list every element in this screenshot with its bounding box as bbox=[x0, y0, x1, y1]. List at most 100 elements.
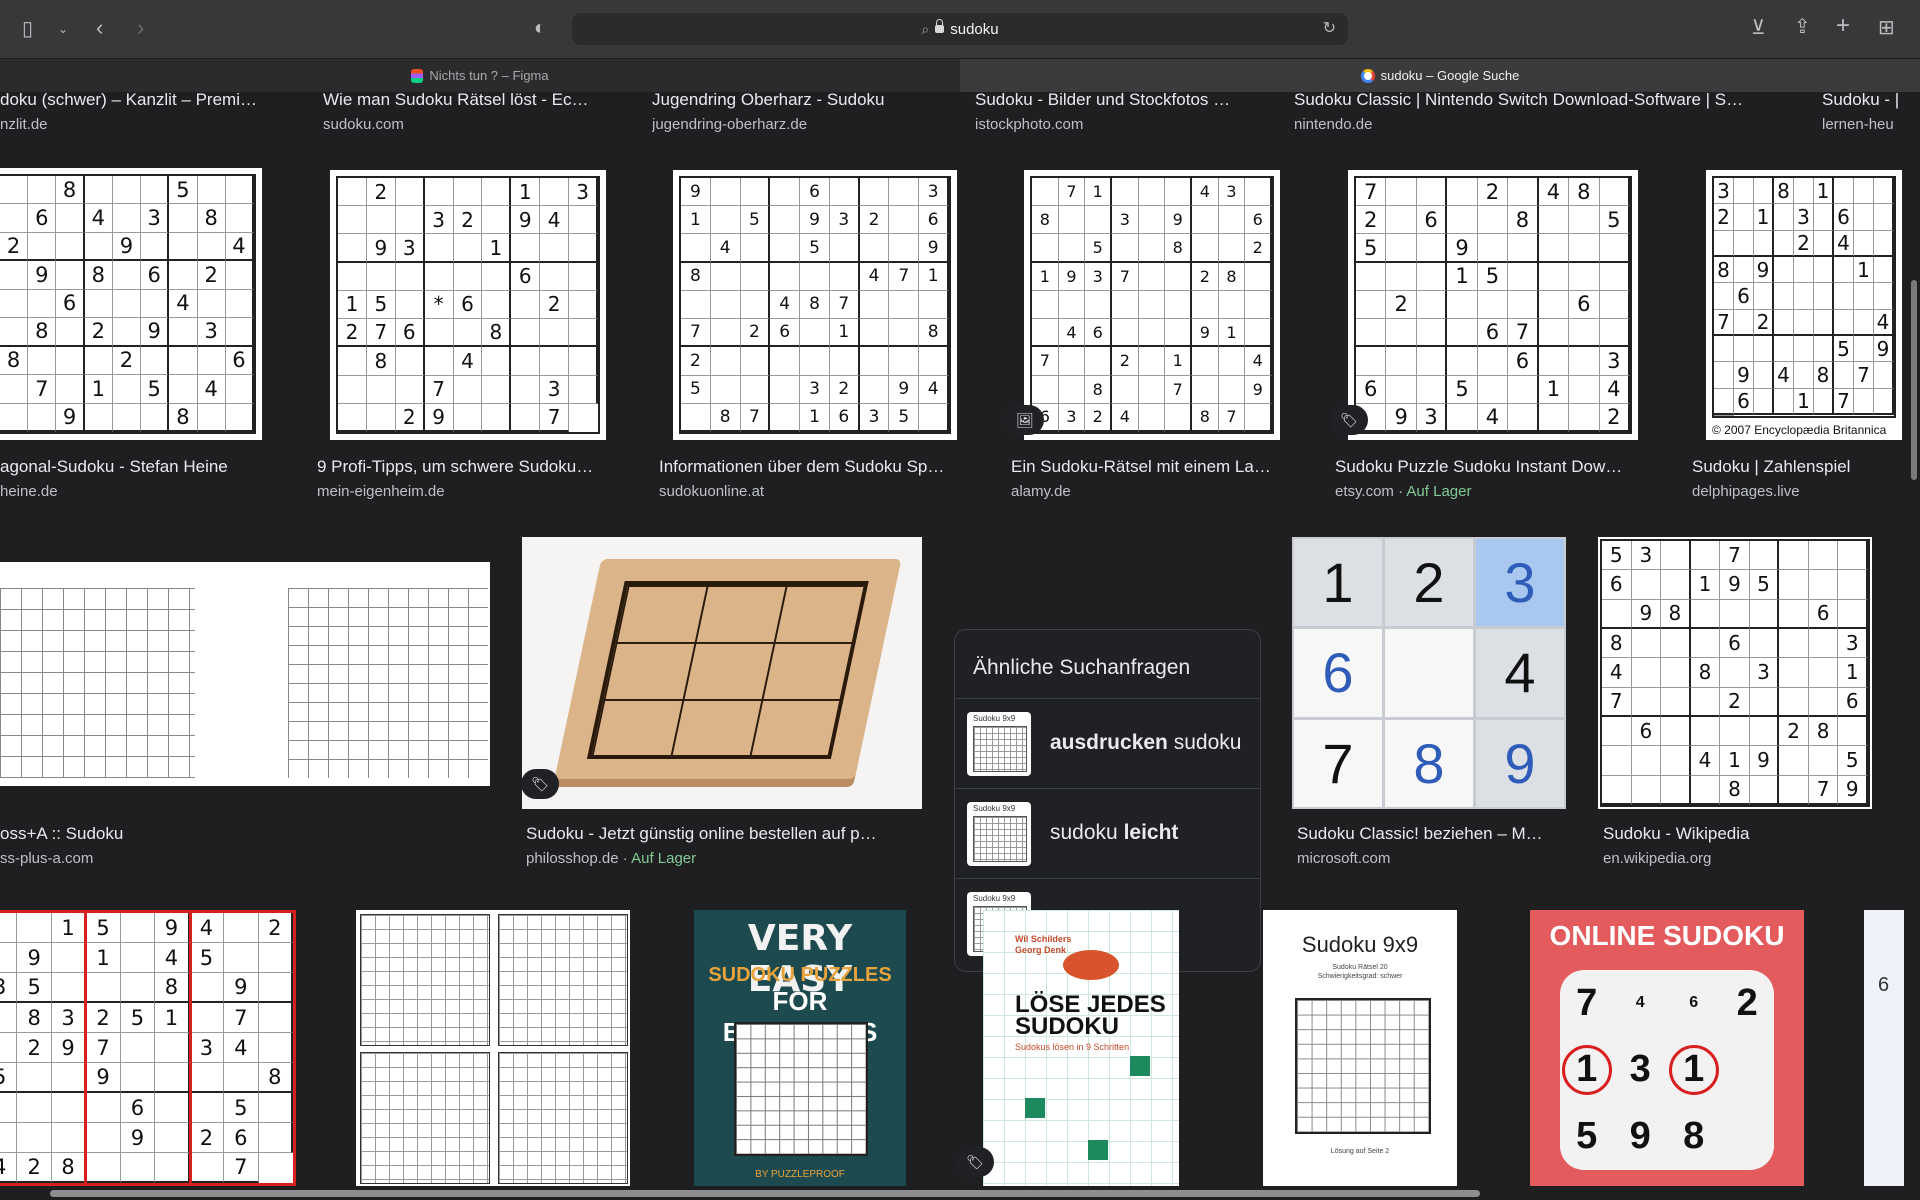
sudoku-cell bbox=[1602, 746, 1632, 776]
sudoku-cell: 6 bbox=[1477, 319, 1509, 348]
red-divider bbox=[84, 910, 87, 1186]
download-icon[interactable]: ⊻ bbox=[1751, 18, 1766, 38]
sudoku-cell bbox=[569, 375, 598, 404]
tab-google-search[interactable]: sudoku – Google Suche bbox=[960, 59, 1920, 93]
sudoku-cell bbox=[540, 234, 570, 263]
result-source: mein-eigenheim.de bbox=[317, 483, 445, 500]
book-grid bbox=[1295, 998, 1431, 1134]
related-search-item[interactable]: Sudoku 9x9 ausdrucken sudoku bbox=[955, 698, 1260, 789]
sudoku-thumbnail[interactable]: 537619598686348317266284195879 bbox=[1598, 537, 1872, 809]
new-tab-icon[interactable]: + bbox=[1836, 14, 1850, 38]
sudoku-cell bbox=[1854, 178, 1874, 205]
sudoku-cell bbox=[1814, 283, 1834, 310]
result-title[interactable]: doku (schwer) – Kanzlit – Premi… bbox=[0, 92, 290, 110]
sudoku-cell: 1 bbox=[1854, 257, 1874, 284]
sudoku-cell bbox=[395, 262, 425, 291]
board-grid bbox=[586, 581, 869, 759]
horizontal-scrollbar[interactable] bbox=[50, 1190, 1480, 1197]
sudoku-cell bbox=[1808, 570, 1839, 600]
result-title[interactable]: oss+A :: Sudoku bbox=[0, 824, 300, 844]
result-title[interactable]: Informationen über dem Sudoku Sp… bbox=[659, 457, 969, 477]
sudoku-9x9-thumbnail[interactable]: Sudoku 9x9 Sudoku Rätsel 20 Schwierigkei… bbox=[1263, 910, 1457, 1186]
sudoku-thumbnail[interactable]: 963159326459847148772618253294871635 bbox=[673, 170, 957, 440]
sudoku-cell: 4 bbox=[1774, 362, 1794, 389]
killer-sudoku-thumbnail[interactable] bbox=[0, 562, 490, 786]
sudoku-cell bbox=[710, 290, 741, 320]
result-title[interactable]: Sudoku - | bbox=[1822, 92, 1912, 110]
partial-thumbnail[interactable]: 6 bbox=[1864, 910, 1904, 1186]
sudoku-cell: 2 bbox=[86, 1003, 121, 1033]
book-footer: BY PUZZLEPROOF bbox=[755, 1169, 845, 1180]
back-icon[interactable]: ‹ bbox=[96, 17, 103, 39]
online-sudoku-thumbnail[interactable]: ONLINE SUDOKU 7462131598 bbox=[1530, 910, 1804, 1186]
sudoku-cell: 8 bbox=[1218, 262, 1246, 291]
sudoku-cell: 4 bbox=[859, 262, 890, 291]
sudoku-classic-thumbnail[interactable]: 123 6 4 789 bbox=[1292, 537, 1566, 809]
result-title[interactable]: Ein Sudoku-Rätsel mit einem La… bbox=[1011, 457, 1301, 477]
result-title[interactable]: Sudoku Classic! beziehen – M… bbox=[1297, 824, 1569, 844]
wooden-sudoku-thumbnail[interactable] bbox=[522, 537, 922, 809]
sudoku-grid: 7143839658219372846917214879632487 bbox=[1030, 176, 1274, 434]
result-title[interactable]: Sudoku - Bilder und Stockfotos … bbox=[975, 92, 1250, 110]
sudoku-thumbnail[interactable]: 8564382949862648293826715498 bbox=[0, 168, 262, 440]
loese-jedes-sudoku-book-thumbnail[interactable]: Wil Schilders Georg Denk LÖSE JEDES SUDO… bbox=[983, 910, 1179, 1186]
reload-icon[interactable]: ↻ bbox=[1323, 13, 1336, 45]
address-bar[interactable]: ⌕ sudoku ↻ bbox=[572, 13, 1348, 45]
result-title[interactable]: Wie man Sudoku Rätsel löst - Ec… bbox=[323, 92, 613, 110]
sudoku-cell: 5 bbox=[1447, 375, 1478, 404]
sudoku-thumbnail[interactable]: 159429145358983251729734598659264287 bbox=[0, 910, 296, 1186]
share-icon[interactable]: ⇪ bbox=[1794, 17, 1811, 37]
sudoku-cell bbox=[1690, 629, 1721, 659]
result-title[interactable]: Sudoku Classic | Nintendo Switch Downloa… bbox=[1294, 92, 1784, 110]
sudoku-cell bbox=[0, 318, 29, 347]
sudoku-cell: 2 bbox=[0, 232, 29, 262]
sudoku-cell bbox=[1538, 319, 1570, 348]
result-title[interactable]: Sudoku - Jetzt günstig online bestellen … bbox=[526, 824, 926, 844]
sudoku-cell bbox=[1032, 234, 1059, 263]
sudoku-cell bbox=[1854, 283, 1874, 310]
result-title[interactable]: Sudoku - Wikipedia bbox=[1603, 824, 1873, 844]
sudoku-cell bbox=[395, 206, 425, 235]
sudoku-cell: 5 bbox=[189, 943, 225, 973]
sudoku-cell bbox=[28, 346, 57, 376]
online-cell: 8 bbox=[1683, 1115, 1705, 1158]
sudoku-cell: 4 bbox=[84, 204, 113, 233]
privacy-shield-icon[interactable]: ◐ bbox=[534, 18, 546, 38]
chevron-down-icon[interactable]: ⌄ bbox=[58, 19, 68, 39]
sudoku-cell bbox=[1720, 717, 1750, 747]
sudoku-cell bbox=[28, 232, 57, 262]
tab-figma[interactable]: Nichts tun ? – Figma bbox=[0, 59, 960, 93]
result-title[interactable]: Sudoku | Zahlenspiel bbox=[1692, 457, 1912, 477]
forward-icon[interactable]: › bbox=[137, 17, 144, 39]
sudoku-cell bbox=[112, 318, 142, 347]
sudoku-cell: 1 bbox=[1720, 746, 1750, 776]
sudoku-cell bbox=[681, 234, 711, 263]
vertical-scrollbar[interactable] bbox=[1911, 280, 1917, 480]
sudoku-thumbnail[interactable]: 72482685591526676365149342 bbox=[1348, 170, 1638, 440]
sidebar-toggle-icon[interactable]: ▯ bbox=[22, 19, 33, 39]
result-title[interactable]: Jugendring Oberharz - Sudoku bbox=[652, 92, 952, 110]
sudoku-cell: 9 bbox=[889, 375, 920, 404]
sudoku-cell bbox=[1774, 336, 1794, 363]
sudoku-cell bbox=[1416, 347, 1448, 376]
result-title[interactable]: 9 Profi-Tipps, um schwere Sudoku… bbox=[317, 457, 617, 477]
sudoku-cell bbox=[197, 289, 226, 319]
sudoku-thumbnail[interactable]: 3812136248916724599487617 © 2007 Encyclo… bbox=[1706, 170, 1902, 440]
sudoku-thumbnail[interactable]: 7143839658219372846917214879632487 bbox=[1024, 170, 1280, 440]
tab-overview-icon[interactable]: ⊞ bbox=[1878, 18, 1895, 38]
very-easy-book-thumbnail[interactable]: VERY EASY SUDOKU PUZZLES FOR BEGINNERS B… bbox=[694, 910, 906, 1186]
sudoku-cell: 1 bbox=[482, 234, 512, 263]
sudoku-cell bbox=[1602, 599, 1632, 629]
sudoku-cell: 5 bbox=[86, 913, 121, 943]
sudoku-cell bbox=[1690, 717, 1721, 747]
sudoku-cell: 9 bbox=[1447, 234, 1478, 263]
sudoku-cell bbox=[1661, 658, 1691, 688]
four-sudokus-thumbnail[interactable] bbox=[356, 910, 630, 1186]
sudoku-cell: 3 bbox=[424, 206, 454, 235]
related-search-item[interactable]: Sudoku 9x9 sudoku leicht bbox=[955, 788, 1260, 879]
sudoku-cell bbox=[1690, 599, 1721, 629]
result-title[interactable]: agonal-Sudoku - Stefan Heine bbox=[0, 457, 300, 477]
sudoku-cell bbox=[1749, 717, 1780, 747]
result-title[interactable]: Sudoku Puzzle Sudoku Instant Dow… bbox=[1335, 457, 1645, 477]
sudoku-thumbnail[interactable]: 2 1 3 3 2 9 4 9 3 1 6 1 5 * 6 2 2 7 6 8 8 4 7 3 2 9 7 bbox=[330, 170, 606, 440]
